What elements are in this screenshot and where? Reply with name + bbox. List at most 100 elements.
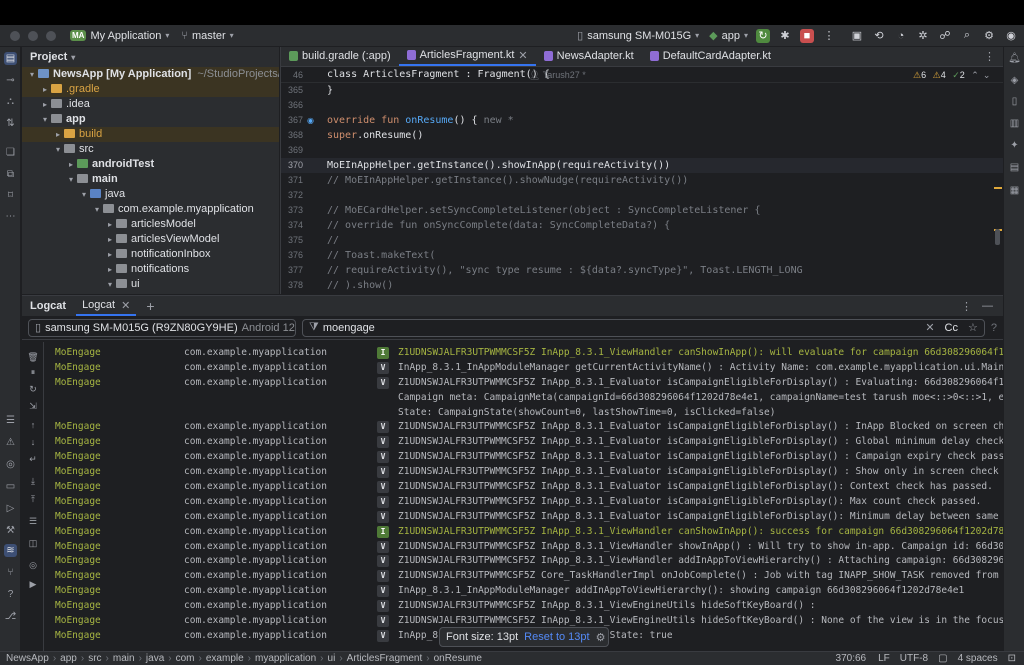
override-gutter-icon[interactable]: ◉: [307, 113, 314, 128]
breadcrumb-item[interactable]: com: [176, 653, 195, 664]
tree-item[interactable]: ▸ articlesModel: [22, 217, 279, 232]
bookmarks-icon[interactable]: ⌑: [4, 189, 17, 202]
line-separator[interactable]: LF: [878, 653, 890, 664]
tree-item[interactable]: ▾ app: [22, 112, 279, 127]
chevron-down-icon[interactable]: ▾: [78, 187, 90, 202]
project-selector[interactable]: MA My Application ▾: [70, 30, 169, 42]
code-line[interactable]: 365 }: [281, 83, 1003, 98]
chevron-right-icon[interactable]: ▸: [39, 97, 51, 112]
tree-item[interactable]: ▾ com.example.myapplication: [22, 202, 279, 217]
match-case-toggle[interactable]: Cc: [945, 322, 958, 334]
log-row[interactable]: MoEngage com.example.myapplication V Z1UDNS…: [45, 569, 1003, 584]
close-icon[interactable]: ✕: [518, 49, 527, 62]
up-arrow-icon[interactable]: ↑: [27, 419, 39, 431]
notifications-icon[interactable]: 🔔︎: [1008, 52, 1021, 65]
account-icon[interactable]: ◉: [1004, 29, 1018, 43]
encoding[interactable]: UTF-8: [900, 653, 928, 664]
chevron-down-icon[interactable]: ▾: [91, 202, 103, 217]
split-icon[interactable]: ◫: [27, 537, 39, 549]
logcat-tab[interactable]: Logcat ✕: [76, 296, 137, 316]
chevron-down-icon[interactable]: ▾: [52, 142, 64, 157]
breadcrumb-item[interactable]: onResume: [434, 653, 482, 664]
readonly-icon[interactable]: ▢: [938, 653, 947, 664]
build-icon[interactable]: ⚒: [4, 524, 17, 537]
log-row[interactable]: MoEngage com.example.myapplication V Z1UDNS…: [45, 540, 1003, 555]
terminal-icon[interactable]: ▭: [4, 480, 17, 493]
pull-requests-icon[interactable]: ⇅: [4, 117, 17, 130]
breadcrumb-item[interactable]: main: [113, 653, 135, 664]
chevron-down-icon[interactable]: ▾: [39, 112, 51, 127]
log-row[interactable]: MoEngage com.example.myapplication V Z1UDNS…: [45, 554, 1003, 569]
trash-icon[interactable]: 🗑︎: [27, 351, 39, 363]
chevron-right-icon[interactable]: ▸: [104, 247, 116, 262]
tree-item[interactable]: ▾ NewsApp [My Application] ~/StudioProject…: [22, 67, 279, 82]
code-line[interactable]: 373 // MoECardHelper.setSyncCompleteListe…: [281, 203, 1003, 218]
log-row[interactable]: MoEngage com.example.myapplication V Z1UDNS…: [45, 465, 1003, 480]
log-row[interactable]: MoEngage com.example.myapplication I Z1UDNS…: [45, 346, 1003, 361]
pause-icon[interactable]: ⏸︎: [27, 366, 39, 378]
chevron-down-icon[interactable]: ▾: [104, 277, 116, 292]
tree-item[interactable]: ▾ ui: [22, 277, 279, 292]
tree-item[interactable]: ▸ .idea: [22, 97, 279, 112]
chevron-down-icon[interactable]: ▾: [26, 67, 38, 82]
code-line[interactable]: 378 // ).show(): [281, 278, 1003, 293]
sync-icon[interactable]: ⟲: [872, 29, 886, 43]
log-row[interactable]: MoEngage com.example.myapplication V InApp_…: [45, 584, 1003, 599]
log-row[interactable]: MoEngage com.example.myapplication V Z1UDNS…: [45, 376, 1003, 391]
build-variants-icon[interactable]: ⧉: [4, 168, 17, 181]
log-row[interactable]: MoEngage com.example.myapplication V Z1UDNS…: [45, 435, 1003, 450]
scroll-to-end-icon[interactable]: ⇲: [27, 400, 39, 412]
log-row[interactable]: MoEngage com.example.myapplication V Z1UDNS…: [45, 450, 1003, 465]
import-icon[interactable]: ⤒: [27, 493, 39, 505]
version-control-icon[interactable]: ⑂: [4, 566, 17, 579]
log-row[interactable]: MoEngage com.example.myapplication V Z1UDNS…: [45, 420, 1003, 435]
close-window-button[interactable]: [10, 30, 20, 41]
editor-tab[interactable]: DefaultCardAdapter.kt: [642, 47, 779, 66]
code-line[interactable]: 370 MoEInAppHelper.getInstance().showInA…: [281, 158, 1003, 173]
more-icon[interactable]: ⋮: [961, 300, 972, 313]
log-row[interactable]: MoEngage com.example.myapplication V Z1UDNS…: [45, 480, 1003, 495]
app-inspection-icon[interactable]: ◎: [4, 458, 17, 471]
log-row[interactable]: Campaign meta: CampaignMeta(campaignId=6…: [45, 391, 1003, 406]
breadcrumb-item[interactable]: NewsApp: [6, 653, 49, 664]
gradle-icon[interactable]: ▦: [1008, 184, 1021, 197]
breadcrumb-item[interactable]: java: [146, 653, 164, 664]
editor-tab[interactable]: NewsAdapter.kt: [536, 47, 642, 66]
lock-icon[interactable]: ⊡: [1008, 653, 1016, 664]
search-icon[interactable]: ⌕: [960, 29, 974, 43]
tree-item[interactable]: ▸ notificationInbox: [22, 247, 279, 262]
stop-button[interactable]: ■: [800, 28, 814, 43]
profiler-icon[interactable]: ◔: [894, 29, 908, 43]
chevron-right-icon[interactable]: ▸: [104, 217, 116, 232]
indent-setting[interactable]: 4 spaces: [958, 653, 998, 664]
chevron-right-icon[interactable]: ▸: [39, 82, 51, 97]
more-icon[interactable]: ⋮: [976, 47, 1003, 66]
tree-item[interactable]: ▸ .gradle: [22, 82, 279, 97]
chevron-down-icon[interactable]: ▾: [65, 172, 77, 187]
code-line[interactable]: 366: [281, 98, 1003, 113]
breadcrumb-item[interactable]: app: [60, 653, 77, 664]
tree-item[interactable]: ▾ main: [22, 172, 279, 187]
folder-icon[interactable]: ▤: [4, 52, 17, 65]
record-icon[interactable]: ▶: [27, 578, 39, 590]
help-icon[interactable]: ?: [991, 322, 997, 334]
structure-icon[interactable]: ⛬: [4, 95, 17, 108]
star-icon[interactable]: ☆: [968, 321, 978, 334]
inspection-widget[interactable]: ⚠6 ⚠4 ✓2 ⌃ ⌄: [913, 67, 990, 83]
gear-icon[interactable]: ⚙: [596, 631, 606, 644]
code-line[interactable]: 368 super.onResume(): [281, 128, 1003, 143]
branch-selector[interactable]: ⑂ master ▾: [181, 30, 233, 42]
ai-icon[interactable]: ✦: [1008, 139, 1021, 152]
chevron-right-icon[interactable]: ▸: [104, 262, 116, 277]
project-panel-header[interactable]: Project ▾: [22, 47, 279, 67]
breadcrumb-item[interactable]: example: [206, 653, 244, 664]
tree-item[interactable]: ▸ androidTest: [22, 157, 279, 172]
breadcrumb-item[interactable]: ui: [328, 653, 336, 664]
log-row[interactable]: MoEngage com.example.myapplication V Z1UDNS…: [45, 599, 1003, 614]
log-row[interactable]: MoEngage com.example.myapplication V Z1UDNS…: [45, 510, 1003, 525]
code-line[interactable]: 374 // override fun onSyncComplete(data: …: [281, 218, 1003, 233]
more-tools-icon[interactable]: ⋯: [4, 210, 17, 223]
clear-icon[interactable]: ✕: [925, 321, 934, 334]
chevron-right-icon[interactable]: ▸: [65, 157, 77, 172]
device-dropdown[interactable]: ▯ samsung SM-M015G (R9ZN80GY9HE) Android…: [28, 318, 296, 337]
